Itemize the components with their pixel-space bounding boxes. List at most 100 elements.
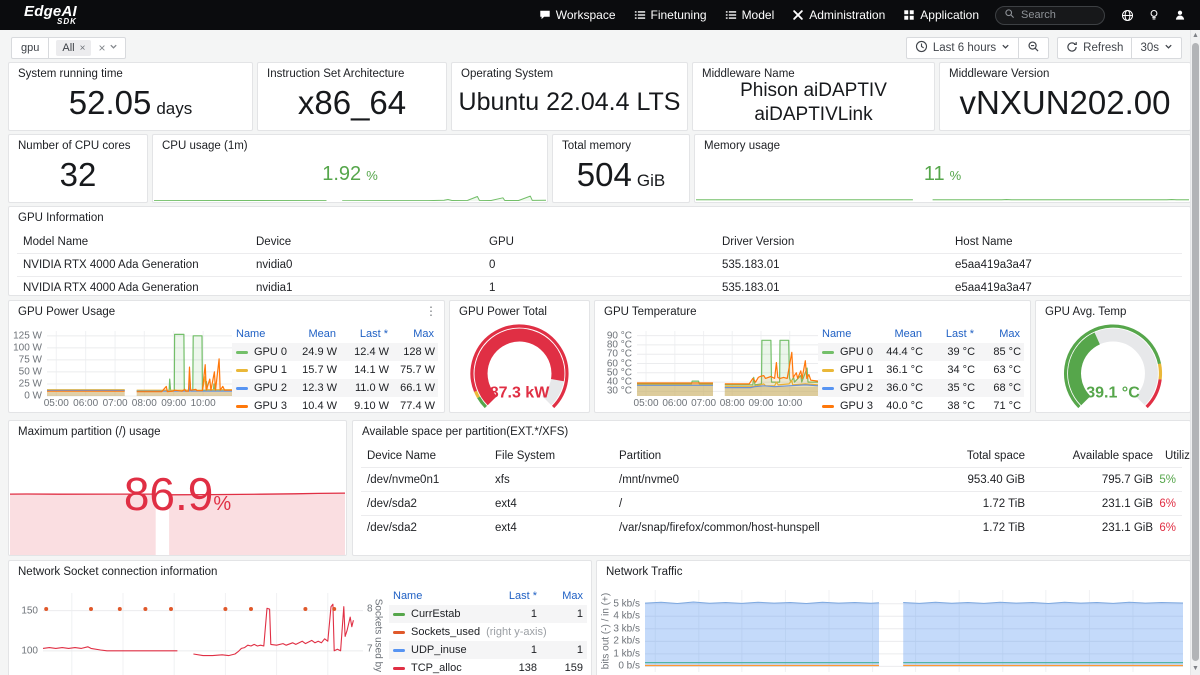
legend-value: 63 °C [975,364,1021,376]
remove-value-icon[interactable]: × [80,43,86,54]
legend-row: GPU 044.4 °C39 °C85 °C [818,343,1024,361]
chevron-down-icon[interactable] [109,42,118,54]
gpu-power-chart: 05:0006:0007:0008:0009:0010:000 W25 W50 … [13,325,235,411]
legend-header[interactable]: Name [393,590,481,602]
legend-series-name[interactable]: GPU 0 [236,346,287,358]
user-icon[interactable] [1174,9,1186,21]
panel-menu-icon[interactable]: ⋮ [425,305,437,317]
nav-item-finetuning[interactable]: Finetuning [634,8,707,22]
column-header: Device Name [361,445,489,468]
time-range-picker[interactable]: Last 6 hours [906,37,1019,59]
panel-title: Maximum partition (/) usage [18,426,161,438]
legend-header[interactable]: Last * [481,590,537,602]
series-color-swatch [393,613,405,616]
legend-series-name[interactable]: GPU 2 [822,382,873,394]
legend-header[interactable]: Last * [922,328,974,340]
scroll-up-icon[interactable]: ▲ [1191,30,1200,42]
utilization-cell: 86.16% [1165,521,1176,534]
refresh-button[interactable]: Refresh [1057,37,1132,59]
scroll-down-icon[interactable]: ▼ [1191,663,1200,675]
zoom-out-icon [1027,40,1040,56]
stat-unit: GiB [637,171,665,191]
legend-header[interactable]: Name [822,328,872,340]
svg-text:39.1 °C: 39.1 °C [1086,384,1140,401]
legend-series-name[interactable]: TCP_alloc [393,662,481,674]
legend-value: 36.1 °C [873,364,923,376]
refresh-icon [1066,41,1078,56]
nav-item-administration[interactable]: Administration [792,8,885,22]
gpu-temperature-legend: NameMeanLast *MaxGPU 044.4 °C39 °C85 °CG… [818,325,1024,415]
network-traffic-chart: 05:0005:3006:0006:3007:0007:3008:0008:30… [599,587,1188,675]
legend-header[interactable]: Max [537,590,583,602]
legend-series-name[interactable]: GPU 0 [822,346,873,358]
app-logo[interactable]: EdgeAI SDK [24,4,77,26]
legend-value: 1 [481,608,537,620]
top-navbar: EdgeAI SDK Workspace Finetuning Model Admin… [0,0,1200,30]
legend-row: CurrEstab11 [389,605,587,623]
legend-series-name[interactable]: GPU 3 [236,400,287,412]
column-header: Total space [913,445,1031,468]
legend-value: 128 W [389,346,435,358]
legend-row: GPU 212.3 W11.0 W66.1 W [232,379,438,397]
legend-series-name[interactable]: UDP_inuse [393,644,481,656]
variable-value-pill[interactable]: All × [56,40,91,56]
legend-header[interactable]: Max [974,328,1020,340]
legend-header[interactable]: Mean [286,328,336,340]
speech-bubble-icon [539,9,551,21]
zoom-out-button[interactable] [1018,37,1049,59]
column-header: Host Name [949,231,1182,254]
globe-icon[interactable] [1121,9,1134,22]
stat-value: Ubuntu 22.04.4 LTS [459,88,681,117]
legend-value: 38 °C [923,400,975,412]
partition-table: Device NameFile SystemPartitionTotal spa… [361,445,1182,539]
legend-value: 71 °C [975,400,1021,412]
clear-selection-icon[interactable]: × [98,41,105,55]
panel-available-space: Available space per partition(EXT.*/XFS)… [352,420,1191,556]
gpu-avg-temp-gauge: 39.1 °C [1038,323,1188,410]
legend-value: 14.1 W [337,364,389,376]
search-input[interactable]: Search [995,6,1105,25]
legend-row: UDP_inuse11 [389,641,587,659]
stat-unit: % [366,168,378,183]
panel-title: Number of CPU cores [18,140,130,152]
legend-value: 12.3 W [287,382,337,394]
legend-series-name[interactable]: GPU 2 [236,382,287,394]
svg-text:87.3 kW: 87.3 kW [490,384,550,401]
nav-item-application[interactable]: Application [903,8,979,22]
legend-row: TCP_alloc138159 [389,659,587,675]
table-row: NVIDIA RTX 4000 Ada Generationnvidia0053… [17,254,1182,277]
legend-series-name[interactable]: Sockets_used (right y-axis) [393,626,547,638]
legend-header[interactable]: Max [388,328,434,340]
panel-gpu-temperature: GPU Temperature 05:0006:0007:0008:0009:0… [594,300,1031,413]
panel-title: GPU Power Total [459,306,547,318]
legend-value: 35 °C [923,382,975,394]
legend-series-name[interactable]: GPU 3 [822,400,873,412]
legend-header[interactable]: Mean [872,328,922,340]
gpu-power-legend: NameMeanLast *MaxGPU 024.9 W12.4 W128 WG… [232,325,438,415]
legend-header[interactable]: Last * [336,328,388,340]
series-color-swatch [236,369,248,372]
legend-series-name[interactable]: CurrEstab [393,608,481,620]
scrollbar-thumb[interactable] [1192,43,1199,661]
lightbulb-icon[interactable] [1148,9,1160,21]
stat-value: 1.92 [322,163,361,186]
refresh-interval-picker[interactable]: 30s [1131,37,1182,59]
gpu-info-table: Model NameDeviceGPUDriver VersionHost Na… [17,231,1182,299]
panel-gpu-power-total: GPU Power Total 87.3 kW [449,300,590,413]
panel-cpu-usage: CPU usage (1m) 1.92% [152,134,548,203]
panel-network-traffic: Network Traffic 05:0005:3006:0006:3007:0… [596,560,1191,675]
series-color-swatch [822,369,834,372]
memory-usage-sparkline [696,188,1189,201]
legend-header[interactable]: Name [236,328,286,340]
legend-series-name[interactable]: GPU 1 [236,364,287,376]
utilization-cell: 86.16% [1165,497,1176,510]
panel-gpu-information: GPU Information Model NameDeviceGPUDrive… [8,206,1191,296]
gpu-power-total-gauge: 87.3 kW [452,323,587,410]
vertical-scrollbar[interactable]: ▲ ▼ [1190,30,1200,675]
nav-item-workspace[interactable]: Workspace [539,8,616,22]
legend-series-name[interactable]: GPU 1 [822,364,873,376]
legend-value: 12.4 W [337,346,389,358]
column-header: File System [489,445,613,468]
nav-item-model[interactable]: Model [725,8,775,22]
legend-value: 159 [537,662,583,674]
